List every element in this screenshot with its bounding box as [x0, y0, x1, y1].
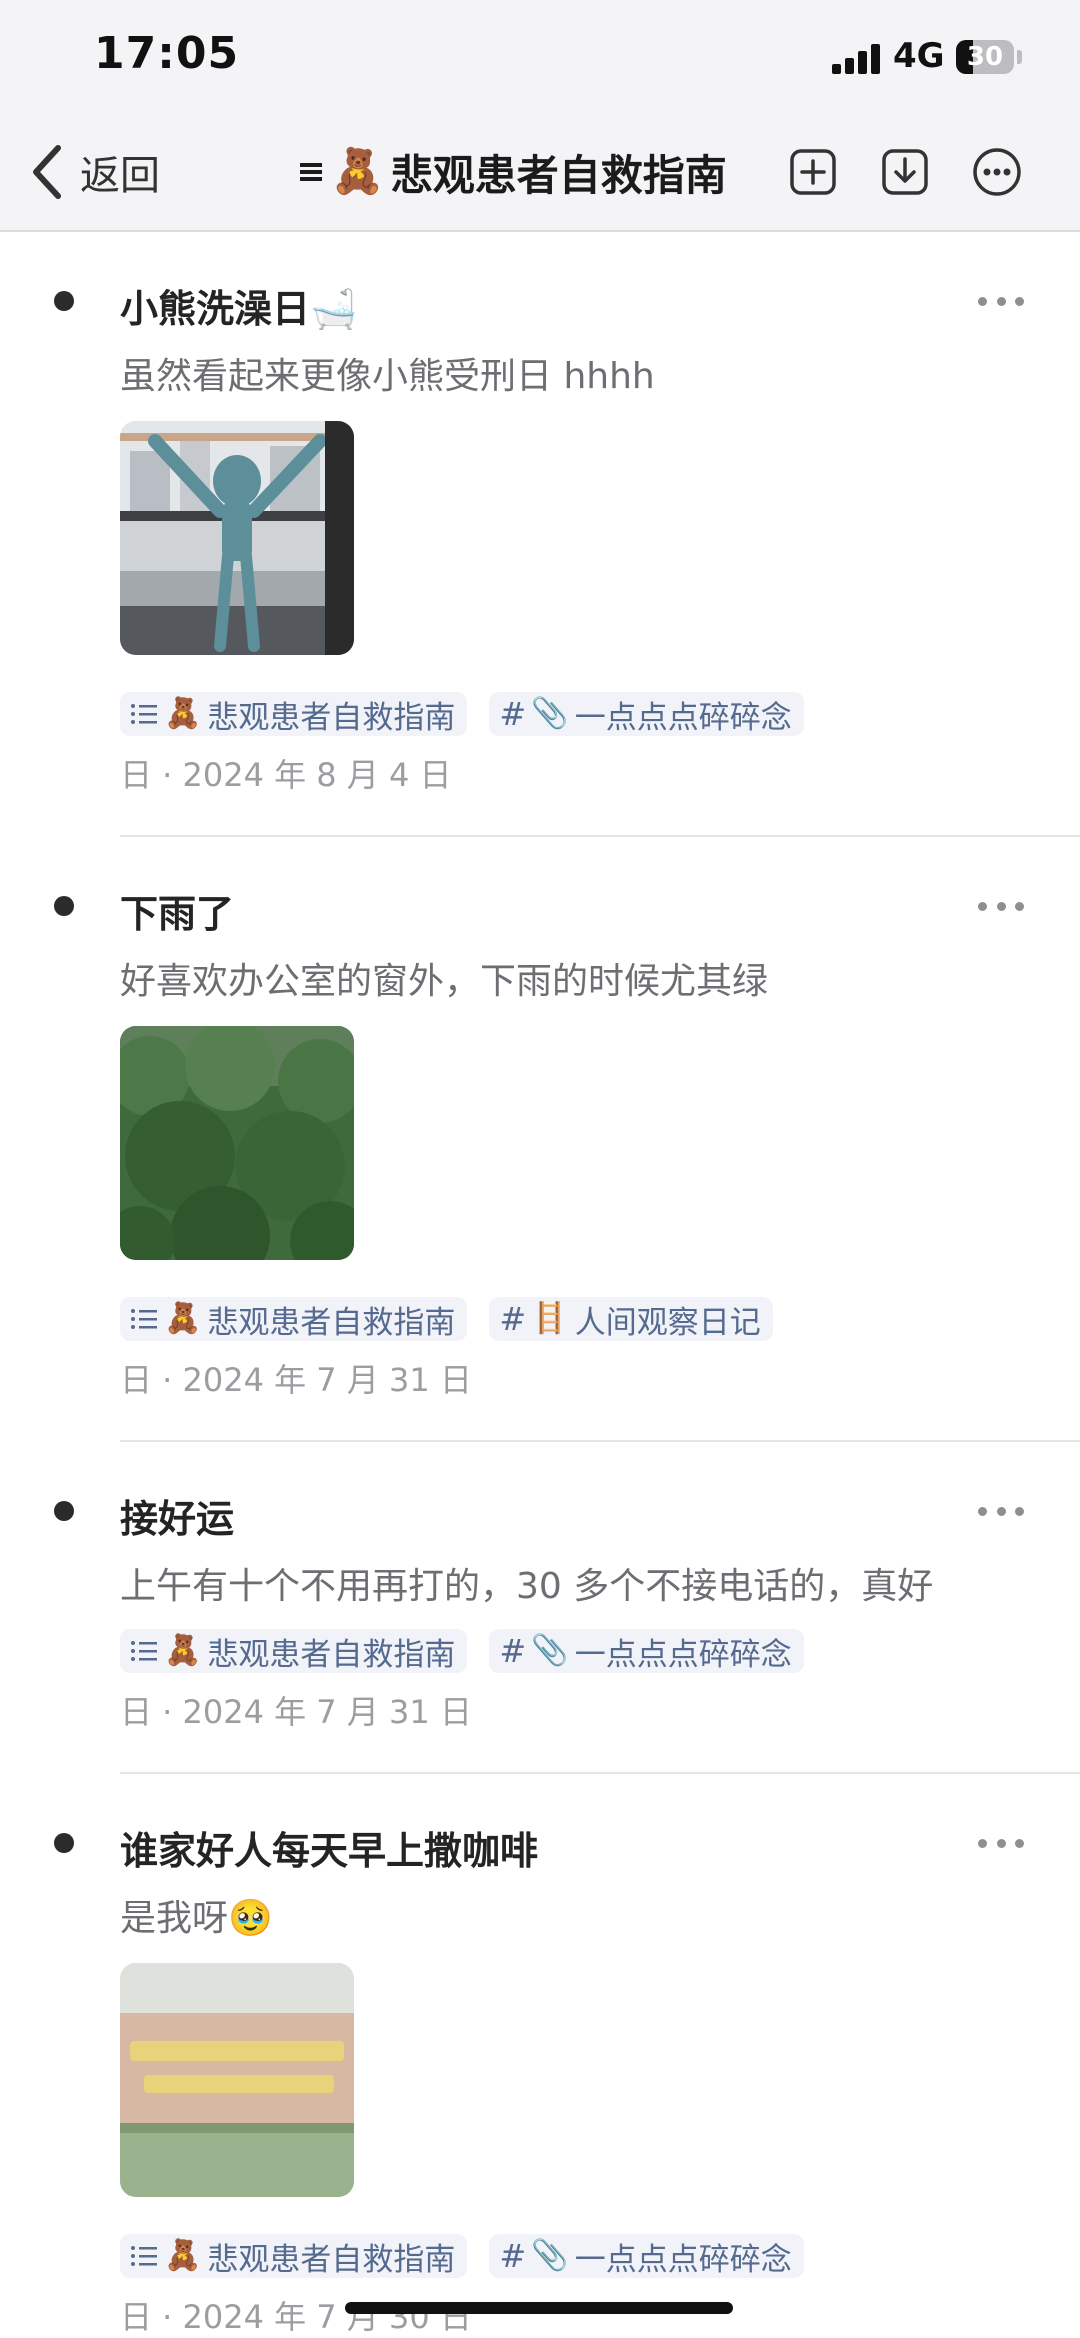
tag-notebook[interactable]: 🧸 悲观患者自救指南 [120, 692, 468, 736]
entry-body: 是我呀🥹 [120, 1898, 273, 1939]
tag-topic[interactable]: # 📎 一点点点碎碎念 [489, 692, 804, 736]
network-type: 4G [893, 36, 945, 76]
entry-more-button[interactable] [978, 896, 1024, 916]
hash-icon: # [499, 1632, 527, 1670]
bullet-icon [54, 1833, 74, 1853]
entry-photo[interactable] [120, 421, 354, 655]
cellular-signal-icon [832, 42, 882, 74]
entry-title: 谁家好人每天早上撒咖啡 [120, 1829, 539, 1873]
entry-card[interactable]: 下雨了 好喜欢办公室的窗外，下雨的时候尤其绿 🧸 悲观患者自救指南 # 🪜 人间… [0, 837, 1080, 1442]
ladder-icon: 🪜 [531, 1301, 569, 1336]
more-options-button[interactable] [972, 147, 1022, 197]
bullet-icon [54, 1501, 74, 1521]
paperclip-icon: 📎 [531, 1633, 569, 1668]
list-icon [300, 163, 322, 181]
paperclip-icon: 📎 [531, 696, 569, 731]
tag-topic[interactable]: # 📎 一点点点碎碎念 [489, 2234, 804, 2278]
entry-date: 日 · 2024 年 7 月 31 日 [120, 1361, 472, 1399]
back-button[interactable]: 返回 [30, 140, 160, 204]
tag-label: 一点点点碎碎念 [574, 2241, 792, 2278]
tag-label: 一点点点碎碎念 [574, 699, 792, 736]
battery-percent: 30 [966, 42, 1004, 72]
bear-emoji-icon: 🧸 [164, 1633, 202, 1668]
entry-tags: 🧸 悲观患者自救指南 # 📎 一点点点碎碎念 [120, 1629, 804, 1673]
photo-icon [120, 421, 354, 655]
tag-notebook[interactable]: 🧸 悲观患者自救指南 [120, 1629, 468, 1673]
entry-photo[interactable] [120, 1963, 354, 2197]
entry-title: 下雨了 [120, 892, 235, 936]
entry-card[interactable]: 接好运 上午有十个不用再打的，30 多个不接电话的，真好 🧸 悲观患者自救指南 … [0, 1442, 1080, 1774]
photo-icon [120, 1963, 354, 2197]
hash-icon: # [499, 2237, 527, 2275]
add-button[interactable] [788, 147, 838, 197]
entry-body: 上午有十个不用再打的，30 多个不接电话的，真好 [120, 1566, 934, 1607]
more-icon [973, 148, 1021, 196]
entry-tags: 🧸 悲观患者自救指南 # 🪜 人间观察日记 [120, 1297, 773, 1341]
hash-icon: # [499, 695, 527, 733]
entry-date: 日 · 2024 年 8 月 4 日 [120, 756, 452, 794]
entry-title: 小熊洗澡日🛁 [120, 287, 358, 331]
paperclip-icon: 📎 [531, 2238, 569, 2273]
bullet-icon [54, 291, 74, 311]
tag-label: 人间观察日记 [574, 1304, 761, 1341]
download-icon [882, 149, 928, 195]
battery-nub [1017, 50, 1022, 64]
entry-body: 好喜欢办公室的窗外，下雨的时候尤其绿 [120, 961, 769, 1002]
entry-date: 日 · 2024 年 7 月 31 日 [120, 1693, 472, 1731]
entry-date: 日 · 2024 年 7 月 30 日 [120, 2298, 472, 2336]
tag-label: 一点点点碎碎念 [574, 1636, 792, 1673]
back-label: 返回 [80, 153, 160, 199]
tag-notebook[interactable]: 🧸 悲观患者自救指南 [120, 2234, 468, 2278]
list-icon [130, 702, 158, 726]
tag-topic[interactable]: # 📎 一点点点碎碎念 [489, 1629, 804, 1673]
bullet-icon [54, 896, 74, 916]
entry-photo[interactable] [120, 1026, 354, 1260]
chevron-left-icon [33, 145, 61, 199]
entry-tags: 🧸 悲观患者自救指南 # 📎 一点点点碎碎念 [120, 692, 804, 736]
tag-topic[interactable]: # 🪜 人间观察日记 [489, 1297, 773, 1341]
status-time: 17:05 [94, 28, 240, 79]
tag-notebook[interactable]: 🧸 悲观患者自救指南 [120, 1297, 468, 1341]
hash-icon: # [499, 1300, 527, 1338]
entry-more-button[interactable] [978, 1833, 1024, 1853]
tag-label: 悲观患者自救指南 [207, 699, 456, 736]
page-title-text: 悲观患者自救指南 [390, 150, 727, 200]
entry-card[interactable]: 谁家好人每天早上撒咖啡 是我呀🥹 🧸 悲观患者自救指南 # 📎 一点点点碎碎念 … [0, 1774, 1080, 2337]
bear-emoji-icon: 🧸 [164, 2238, 202, 2273]
list-icon [130, 1307, 158, 1331]
page-title: 🧸 悲观患者自救指南 [298, 140, 727, 204]
home-indicator[interactable] [345, 2302, 733, 2314]
download-button[interactable] [880, 147, 930, 197]
entry-tags: 🧸 悲观患者自救指南 # 📎 一点点点碎碎念 [120, 2234, 804, 2278]
add-icon [790, 149, 836, 195]
list-icon [130, 1639, 158, 1663]
battery-icon: 30 [956, 40, 1014, 74]
list-icon [130, 2244, 158, 2268]
entry-title: 接好运 [120, 1497, 235, 1541]
bear-emoji-icon: 🧸 [330, 146, 385, 197]
photo-icon [120, 1026, 354, 1260]
top-bar: 17:05 4G 30 返回 🧸 悲观患者自救指南 [0, 0, 1080, 232]
entry-more-button[interactable] [978, 291, 1024, 311]
entry-body: 虽然看起来更像小熊受刑日 hhhh [120, 356, 655, 397]
tag-label: 悲观患者自救指南 [207, 1304, 456, 1341]
bear-emoji-icon: 🧸 [164, 1301, 202, 1336]
tag-label: 悲观患者自救指南 [207, 1636, 456, 1673]
tag-label: 悲观患者自救指南 [207, 2241, 456, 2278]
entry-card[interactable]: 小熊洗澡日🛁 虽然看起来更像小熊受刑日 hhhh 🧸 悲观患者自救指南 # 📎 … [0, 232, 1080, 837]
entry-more-button[interactable] [978, 1501, 1024, 1521]
bear-emoji-icon: 🧸 [164, 696, 202, 731]
